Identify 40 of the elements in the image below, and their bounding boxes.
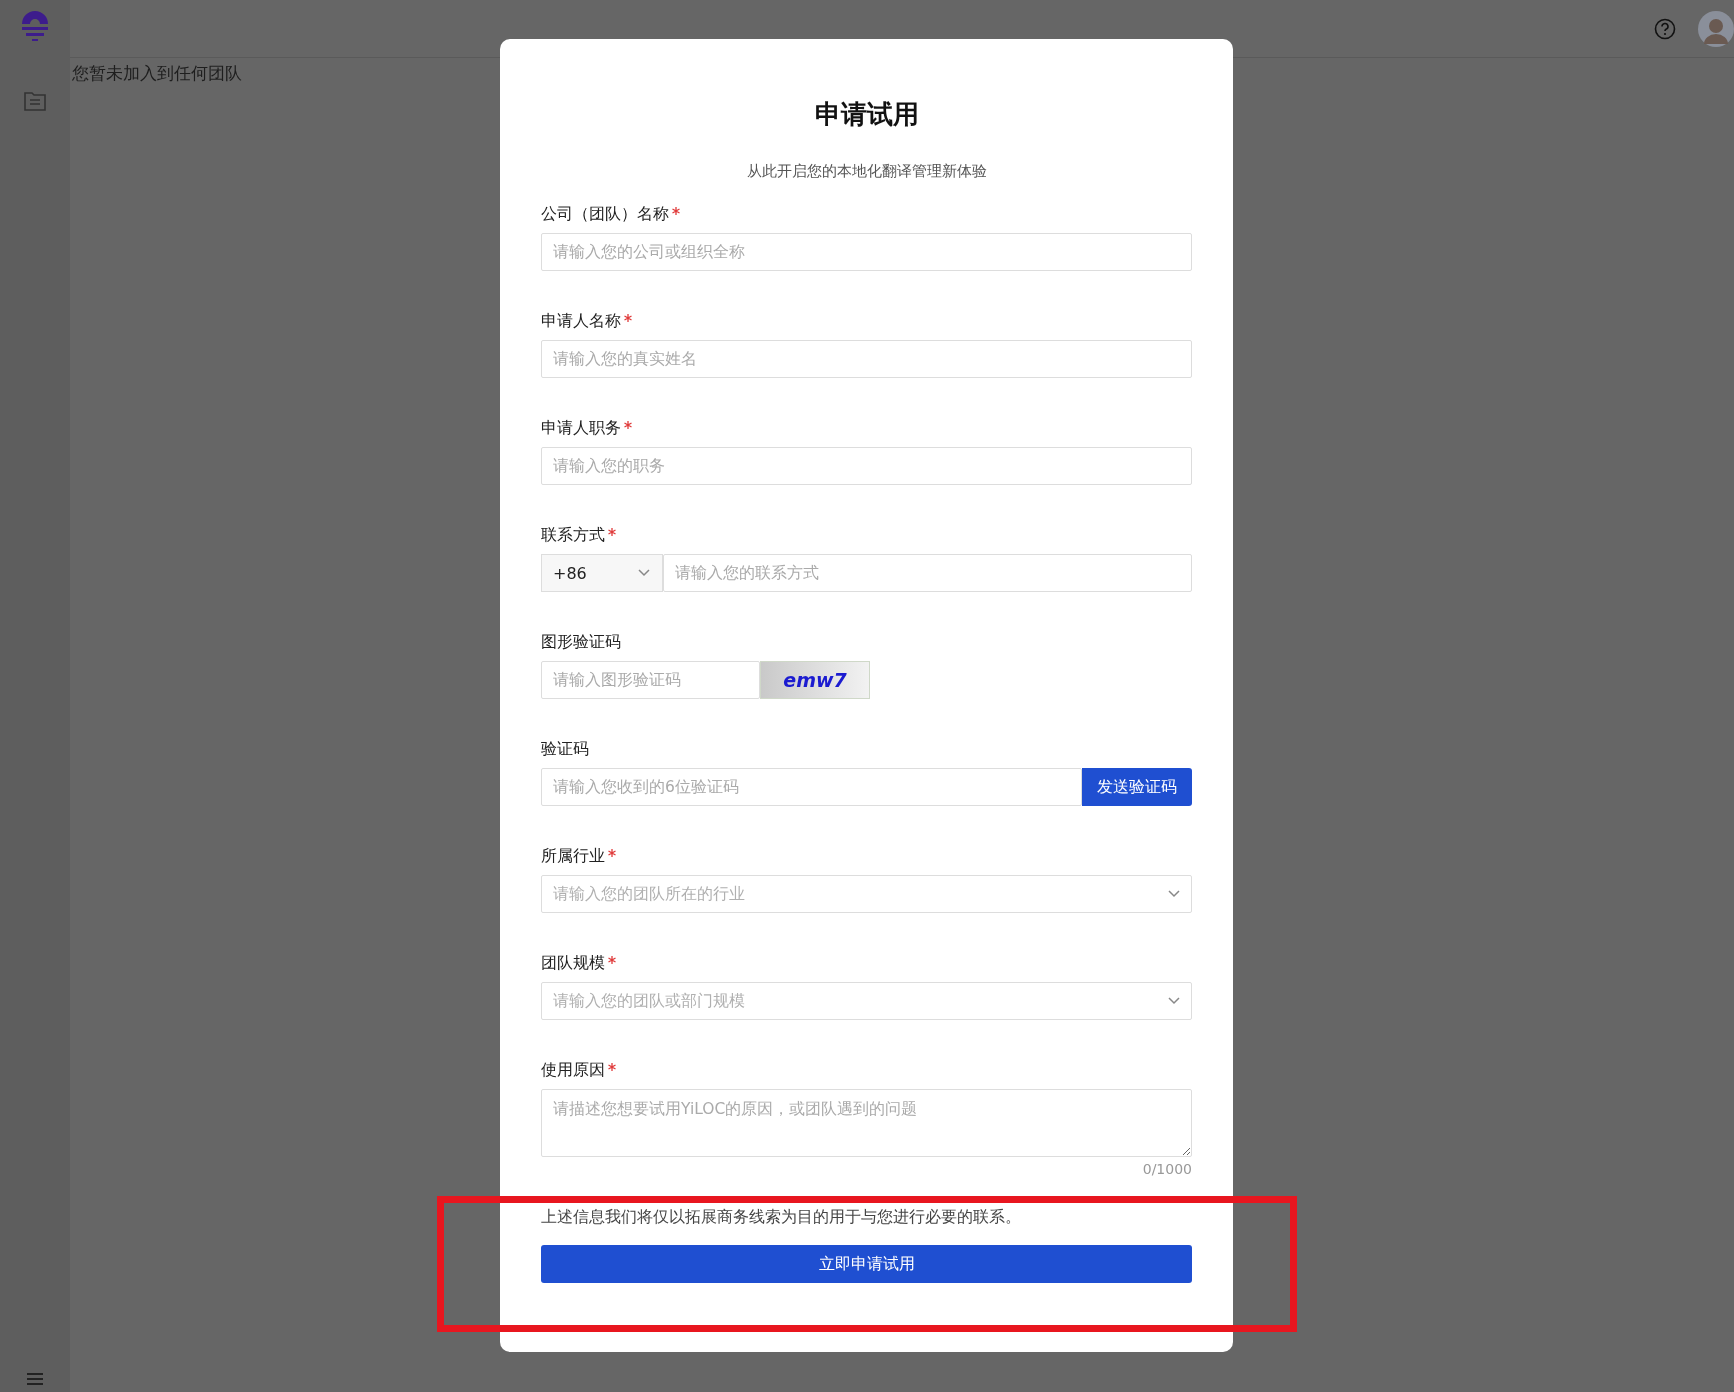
folder-list-icon[interactable] [23,90,47,112]
text-field[interactable]: 请输入您的职务 [541,447,1192,485]
send-code-button[interactable]: 发送验证码 [1082,768,1192,806]
char-counter: 0/1000 [1142,1161,1192,1177]
field-label: 联系方式 [541,525,605,546]
required-asterisk-icon [624,421,632,429]
required-asterisk-icon [608,528,616,536]
code-field[interactable]: 请输入您收到的6位验证码 [541,768,1082,806]
team-notice: 您暂未加入到任何团队 [71,62,243,85]
field-label: 申请人职务 [541,418,621,439]
field-label: 验证码 [541,739,589,760]
required-asterisk-icon [608,1063,616,1071]
required-asterisk-icon [608,849,616,857]
logo-icon [20,8,50,44]
dialog-subtitle: 从此开启您的本地化翻译管理新体验 [745,162,988,181]
help-icon[interactable] [1654,17,1676,40]
chevron-down-icon [638,569,650,577]
captcha-field[interactable]: 请输入图形验证码 [541,661,760,699]
field-label: 所属行业 [541,846,605,867]
phone-field[interactable]: 请输入您的联系方式 [663,554,1192,592]
submit-button[interactable]: 立即申请试用 [541,1245,1192,1283]
field-label: 图形验证码 [541,632,621,653]
chevron-down-icon [1168,997,1180,1005]
dialog-title: 申请试用 [813,98,920,131]
chevron-down-icon [1168,890,1180,898]
field-label: 使用原因 [541,1060,605,1081]
text-field[interactable]: 请输入您的真实姓名 [541,340,1192,378]
captcha-image[interactable]: emw7 [760,661,870,699]
required-asterisk-icon [624,314,632,322]
privacy-notice: 上述信息我们将仅以拓展商务线索为目的用于与您进行必要的联系。 [541,1207,1022,1228]
required-asterisk-icon [672,207,680,215]
field-label: 团队规模 [541,953,605,974]
text-field[interactable]: 请输入您的公司或组织全称 [541,233,1192,271]
avatar[interactable] [1698,10,1734,47]
country-code-select[interactable]: +86 [541,554,663,592]
field-label: 申请人名称 [541,311,621,332]
menu-icon[interactable] [26,1372,44,1386]
required-asterisk-icon [608,956,616,964]
field-label: 公司（团队）名称 [541,204,669,225]
reason-textarea[interactable]: 请描述您想要试用YiLOC的原因，或团队遇到的问题 [541,1089,1192,1157]
